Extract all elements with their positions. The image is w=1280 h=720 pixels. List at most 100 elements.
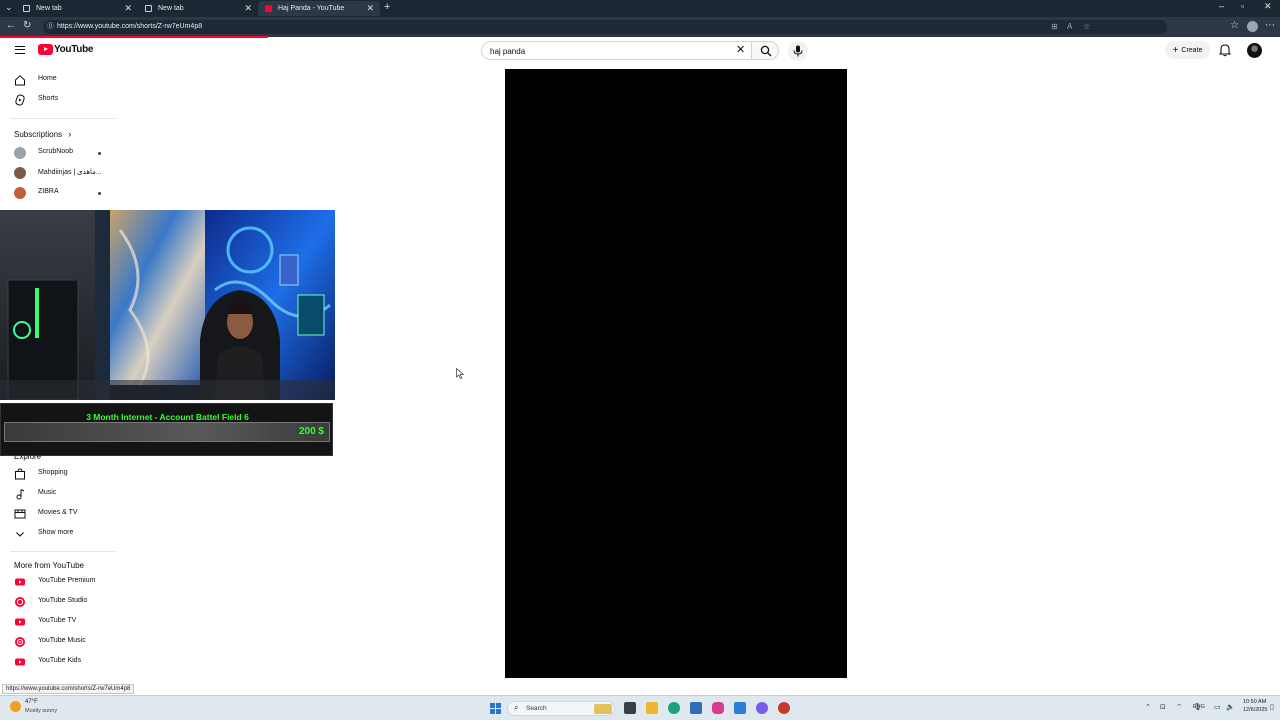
shopping-bag-icon [15, 468, 25, 480]
window-close-icon[interactable]: ✕ [1264, 1, 1272, 12]
favorite-star-icon[interactable]: ☆ [1083, 20, 1090, 34]
youtube-premium-icon [15, 578, 25, 586]
subscriptions-heading[interactable]: Subscriptions › [14, 129, 71, 139]
app-available-icon[interactable]: ⊞ [1051, 20, 1058, 34]
tray-app-icon[interactable]: ⊡ [1160, 703, 1166, 711]
channel-avatar [14, 187, 26, 199]
instagram-icon[interactable] [712, 702, 724, 714]
tray-overflow-chevron-icon[interactable]: ⌃ [1145, 703, 1151, 711]
edge-browser-icon[interactable] [668, 702, 680, 714]
task-view-icon[interactable] [624, 702, 636, 714]
address-bar-input[interactable]: ⓪ https://www.youtube.com/shorts/Z-rw7eU… [43, 20, 1167, 34]
sidebar-item-label: Movies & TV [38, 509, 78, 516]
subscription-item[interactable]: Mahdiinjas | ماهدی... [0, 164, 118, 182]
mouse-cursor-icon [456, 368, 464, 379]
sidebar-item-label: Music [38, 489, 57, 496]
microphone-icon [793, 45, 803, 57]
webcam-feed-image [0, 210, 335, 400]
youtube-kids-icon [15, 658, 25, 666]
browser-tab-3-active[interactable]: Haj Panda - YouTube ✕ [258, 1, 380, 16]
search-box [481, 41, 751, 60]
taskbar-search-box[interactable]: ⌕ Search [507, 701, 615, 716]
sidebar-item-youtube-music[interactable]: YouTube Music [0, 633, 118, 651]
minimize-icon[interactable]: – [1219, 1, 1224, 11]
game-app-icon[interactable] [778, 702, 790, 714]
language-indicator[interactable]: ENG [1193, 704, 1205, 710]
voice-search-button[interactable] [788, 41, 808, 61]
notification-center-icon[interactable]: ▯ [1270, 703, 1274, 711]
display-icon[interactable]: ▭ [1214, 703, 1221, 711]
more-menu-icon[interactable]: ⋯ [1265, 20, 1275, 31]
notifications-bell-icon[interactable] [1219, 43, 1231, 57]
search-input[interactable] [490, 45, 730, 57]
weather-description[interactable]: Mostly sunny [25, 708, 57, 714]
windows-start-icon[interactable] [490, 703, 501, 714]
channel-name: ZIBRA [38, 188, 59, 195]
shorts-video-player[interactable] [505, 69, 847, 678]
subscription-item[interactable]: ZIBRA [0, 184, 118, 202]
youtube-logo-text[interactable]: YouTube [54, 44, 94, 55]
sidebar-item-label: Home [38, 75, 57, 82]
taskbar-search-icon: ⌕ [514, 703, 519, 712]
sidebar-item-youtube-studio[interactable]: YouTube Studio [0, 593, 118, 611]
address-url: https://www.youtube.com/shorts/Z-rw7eUm4… [57, 23, 203, 30]
search-highlight-icon [594, 704, 612, 714]
back-arrow-icon[interactable]: ← [6, 20, 16, 31]
youtube-music-icon [15, 637, 25, 647]
sidebar-item-label: YouTube Premium [38, 577, 96, 584]
chevron-right-icon: › [68, 129, 72, 139]
sidebar-item-youtube-kids[interactable]: YouTube Kids [0, 653, 118, 671]
network-icon[interactable]: ⌔ [1176, 703, 1183, 712]
youtube-logo-icon[interactable] [38, 44, 53, 55]
account-avatar[interactable] [1247, 43, 1262, 58]
tab-title: New tab [158, 5, 184, 12]
close-tab-icon[interactable]: ✕ [366, 3, 374, 14]
sidebar-show-more[interactable]: Show more [0, 525, 118, 543]
new-tab-plus-icon[interactable]: + [384, 1, 390, 13]
donation-goal-overlay: 3 Month Internet - Account Battel Field … [0, 403, 333, 456]
sidebar-item-music[interactable]: Music [0, 485, 118, 503]
hamburger-menu-icon[interactable] [15, 46, 25, 54]
favorites-icon[interactable]: ☆ [1230, 20, 1239, 31]
sidebar-item-home[interactable]: Home [0, 71, 118, 89]
file-explorer-icon[interactable] [646, 702, 658, 714]
volume-icon[interactable]: 🔈 [1226, 703, 1235, 711]
read-aloud-icon[interactable]: A [1067, 20, 1072, 34]
sidebar-item-shorts[interactable]: Shorts [0, 91, 118, 109]
sidebar-item-label: YouTube Music [38, 637, 86, 644]
microsoft-store-icon[interactable] [690, 702, 702, 714]
webcam-overlay [0, 210, 335, 400]
sidebar-item-movies-tv[interactable]: Movies & TV [0, 505, 118, 523]
reload-icon[interactable]: ↻ [23, 20, 31, 31]
sidebar-item-shopping[interactable]: Shopping [0, 465, 118, 483]
messenger-icon[interactable] [756, 702, 768, 714]
weather-temperature[interactable]: 47°F [25, 699, 38, 705]
taskbar-search-label: Search [526, 705, 547, 712]
tab-list-chevron-icon[interactable]: ⌄ [5, 2, 13, 13]
film-icon [14, 509, 26, 519]
search-button[interactable] [751, 41, 779, 60]
security-shield-icon[interactable] [734, 702, 746, 714]
youtube-studio-icon [15, 597, 25, 607]
close-tab-icon[interactable]: ✕ [244, 3, 252, 14]
restore-icon[interactable]: ▫ [1241, 1, 1244, 11]
clear-search-icon[interactable]: ✕ [736, 43, 745, 56]
donation-progress-bar: 200 $ [4, 422, 330, 442]
sidebar-item-label: YouTube Kids [38, 657, 82, 664]
close-tab-icon[interactable]: ✕ [124, 3, 132, 14]
browser-tab-2[interactable]: New tab ✕ [138, 1, 258, 16]
channel-name: Mahdiinjas | ماهدی... [38, 169, 102, 176]
shorts-icon [15, 94, 25, 106]
browser-tab-1[interactable]: New tab ✕ [16, 1, 138, 16]
site-info-icon[interactable]: ⓪ [47, 20, 54, 34]
address-toolbar: ← ↻ ⓪ https://www.youtube.com/shorts/Z-r… [0, 17, 1280, 37]
tab-title: Haj Panda - YouTube [278, 5, 345, 12]
clock-time[interactable]: 10:50 AM [1243, 699, 1266, 705]
clock-date[interactable]: 12/6/2025 [1243, 707, 1267, 713]
sidebar-item-youtube-tv[interactable]: YouTube TV [0, 613, 118, 631]
weather-sun-icon[interactable] [10, 701, 21, 712]
profile-icon[interactable] [1247, 21, 1258, 32]
create-button[interactable]: + Create [1165, 41, 1210, 59]
subscription-item[interactable]: ScrubNoob [0, 144, 118, 162]
sidebar-item-youtube-premium[interactable]: YouTube Premium [0, 573, 118, 591]
